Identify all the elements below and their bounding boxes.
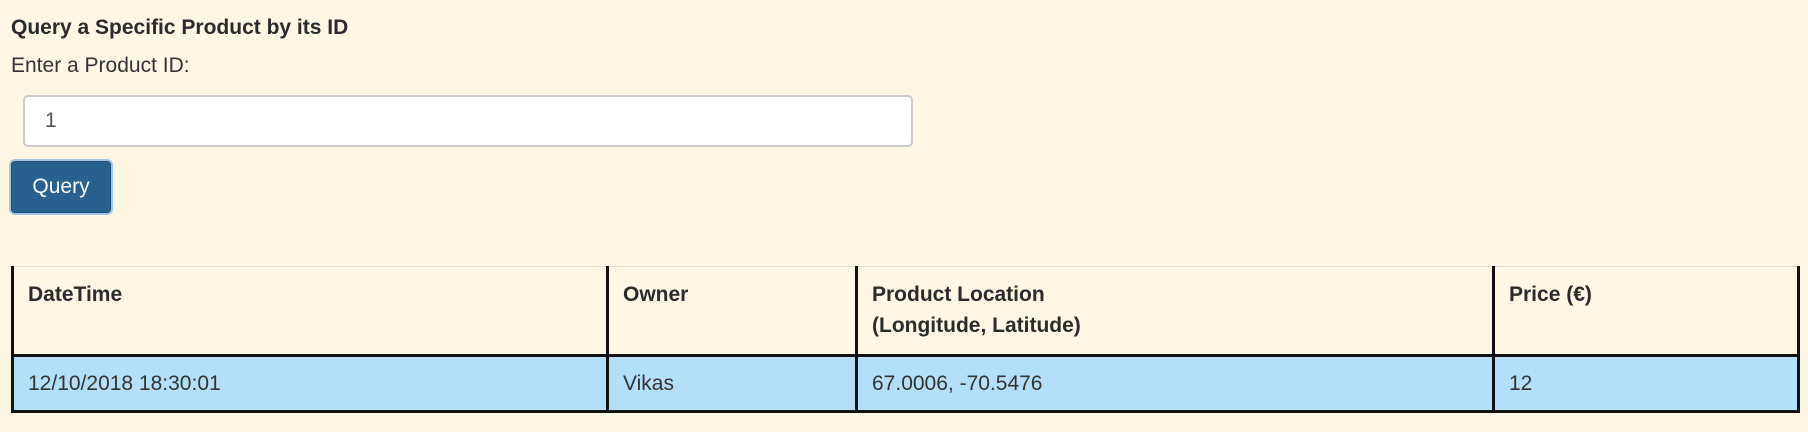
header-product-location: Product Location (Longitude, Latitude) — [855, 266, 1495, 357]
header-label: Product Location — [872, 283, 1045, 306]
header-label: Owner — [623, 283, 689, 306]
header-label: DateTime — [28, 283, 123, 306]
query-page: Query a Specific Product by its ID Enter… — [0, 0, 1808, 432]
header-sublabel: (Longitude, Latitude) — [872, 314, 1081, 337]
product-id-input[interactable] — [23, 95, 913, 147]
product-id-label: Enter a Product ID: — [11, 54, 190, 77]
cell-datetime: 12/10/2018 18:30:01 — [11, 354, 609, 413]
cell-price: 12 — [1492, 354, 1800, 413]
query-button[interactable]: Query — [11, 161, 111, 213]
header-datetime: DateTime — [11, 266, 609, 357]
results-table: DateTime Owner Product Location (Longitu… — [11, 266, 1800, 413]
header-label: Price (€) — [1509, 283, 1592, 306]
header-owner: Owner — [606, 266, 858, 357]
cell-location: 67.0006, -70.5476 — [855, 354, 1495, 413]
table-row: 12/10/2018 18:30:01 Vikas 67.0006, -70.5… — [11, 354, 1800, 413]
header-price: Price (€) — [1492, 266, 1800, 357]
page-title: Query a Specific Product by its ID — [11, 16, 349, 39]
cell-owner: Vikas — [606, 354, 858, 413]
table-header-row: DateTime Owner Product Location (Longitu… — [11, 266, 1800, 357]
